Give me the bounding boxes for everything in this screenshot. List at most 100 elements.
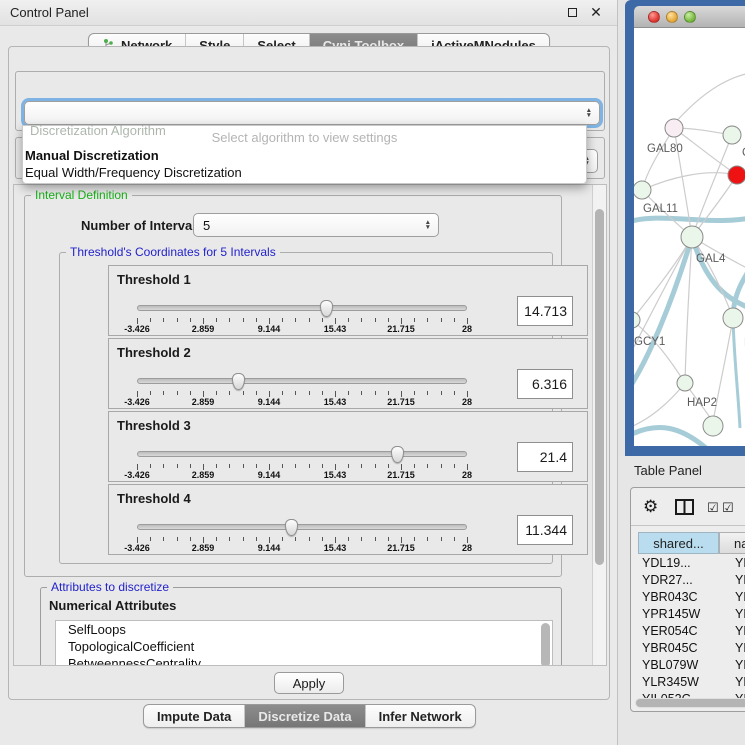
tick-mark — [282, 391, 283, 395]
cell-shared-name[interactable]: YBR045C — [638, 641, 719, 658]
node-gal11[interactable] — [634, 181, 651, 199]
numerical-attributes-list[interactable]: SelfLoops TopologicalCoefficient Between… — [55, 620, 553, 666]
threshold-value-field[interactable]: 14.713 — [517, 296, 573, 326]
slider-track[interactable] — [137, 524, 467, 530]
select-all-checkbox-icon[interactable]: ☑ — [707, 500, 719, 516]
column-header-name[interactable]: name — [719, 532, 745, 554]
tick-mark — [229, 391, 230, 395]
list-item[interactable]: SelfLoops — [56, 621, 552, 638]
scrollbar-thumb[interactable] — [595, 209, 604, 565]
tick-mark — [150, 537, 151, 541]
node-bottom[interactable] — [703, 416, 723, 436]
threshold-value-field[interactable]: 21.4 — [517, 442, 573, 472]
table-row[interactable]: YBL079WYBL0 — [638, 658, 745, 675]
cell-shared-name[interactable]: YDR27... — [638, 573, 719, 590]
tick-mark — [295, 391, 296, 395]
gear-icon[interactable]: ⚙ — [643, 497, 658, 517]
tab-impute-data[interactable]: Impute Data — [144, 705, 245, 727]
tick-mark — [427, 318, 428, 322]
table-row[interactable]: YDL19...YDL1 — [638, 556, 745, 573]
network-window-titlebar[interactable] — [634, 6, 745, 28]
threshold-label: Threshold 1 — [117, 272, 191, 287]
table-row[interactable]: YER054CYER0 — [638, 624, 745, 641]
threshold-slider[interactable] — [137, 302, 467, 316]
tick-mark — [190, 464, 191, 468]
node-gal4[interactable] — [681, 226, 703, 248]
close-traffic-light[interactable] — [648, 11, 660, 23]
tick-mark — [177, 464, 178, 468]
slider-tick-labels: -3.426 2.859 9.144 15.43 21.715 28 — [137, 324, 467, 334]
algorithm-combobox[interactable]: ▲▼ — [24, 101, 600, 125]
table-row[interactable]: YBR045CYBR0 — [638, 641, 745, 658]
cell-name[interactable]: YLR3 — [719, 675, 745, 692]
apply-button[interactable]: Apply — [274, 672, 344, 694]
cell-name[interactable]: YBR0 — [719, 590, 745, 607]
algorithm-placeholder-item[interactable]: Select algorithm to view settings — [23, 130, 586, 145]
node-ga[interactable] — [723, 126, 741, 144]
slider-handle[interactable] — [285, 519, 298, 536]
tab-discretize-data[interactable]: Discretize Data — [245, 705, 365, 727]
threshold-label: Threshold 2 — [117, 345, 191, 360]
settings-scrollbar[interactable] — [592, 185, 606, 666]
scrollbar-thumb[interactable] — [636, 699, 745, 707]
slider-handle[interactable] — [320, 300, 333, 317]
cell-shared-name[interactable]: YPR145W — [638, 607, 719, 624]
tab-infer-network[interactable]: Infer Network — [366, 705, 475, 727]
tick-mark — [256, 537, 257, 541]
select-none-checkbox-icon[interactable]: ☑ — [722, 500, 734, 516]
cell-name[interactable]: YPR1 — [719, 607, 745, 624]
minimize-traffic-light[interactable] — [666, 11, 678, 23]
slider-track[interactable] — [137, 305, 467, 311]
threshold-slider[interactable] — [137, 521, 467, 535]
cell-name[interactable]: YDL1 — [719, 556, 745, 573]
tick-mark — [427, 537, 428, 541]
tick-mark — [375, 464, 376, 468]
tick-mark — [454, 318, 455, 322]
node-gal80[interactable] — [665, 119, 683, 137]
cell-shared-name[interactable]: YBR043C — [638, 590, 719, 607]
cell-name[interactable]: YDR2 — [719, 573, 745, 590]
number-of-intervals-combo[interactable]: 5 ▲▼ — [193, 213, 439, 237]
table-horizontal-scrollbar[interactable] — [635, 698, 745, 708]
list-scrollbar[interactable] — [541, 623, 550, 666]
table-row[interactable]: YBR043CYBR0 — [638, 590, 745, 607]
node-hap2[interactable] — [677, 375, 693, 391]
threshold-slider[interactable] — [137, 375, 467, 389]
tick-mark — [361, 391, 362, 395]
column-header-shared-name[interactable]: shared... — [638, 532, 719, 554]
tick-mark — [150, 318, 151, 322]
algorithm-option-equal-width[interactable]: Equal Width/Frequency Discretization — [25, 165, 242, 180]
network-view-window: GAL80 GA C GAL11 GAL4 GCY1 H HAP2 — [625, 0, 745, 456]
cell-name[interactable]: YER0 — [719, 624, 745, 641]
slider-track[interactable] — [137, 378, 467, 384]
float-window-icon[interactable] — [565, 6, 579, 20]
cell-shared-name[interactable]: YLR345W — [638, 675, 719, 692]
node-h[interactable] — [723, 308, 743, 328]
tick-mark — [348, 464, 349, 468]
slider-handle[interactable] — [232, 373, 245, 390]
tick-mark — [229, 464, 230, 468]
columns-icon[interactable] — [675, 499, 695, 515]
cell-name[interactable]: YBR0 — [719, 641, 745, 658]
cell-shared-name[interactable]: YER054C — [638, 624, 719, 641]
table-row[interactable]: YLR345WYLR3 — [638, 675, 745, 692]
node-selected-red[interactable] — [728, 166, 745, 184]
threshold-value-field[interactable]: 11.344 — [517, 515, 573, 545]
cell-shared-name[interactable]: YDL19... — [638, 556, 719, 573]
threshold-value-field[interactable]: 6.316 — [517, 369, 573, 399]
list-item[interactable]: BetweennessCentrality — [56, 655, 552, 666]
list-item[interactable]: TopologicalCoefficient — [56, 638, 552, 655]
slider-track[interactable] — [137, 451, 467, 457]
algorithm-option-manual[interactable]: Manual Discretization — [25, 148, 159, 163]
cell-shared-name[interactable]: YBL079W — [638, 658, 719, 675]
network-canvas[interactable]: GAL80 GA C GAL11 GAL4 GCY1 H HAP2 — [634, 28, 745, 446]
table-row[interactable]: YPR145WYPR1 — [638, 607, 745, 624]
close-icon[interactable]: ✕ — [589, 6, 603, 20]
zoom-traffic-light[interactable] — [684, 11, 696, 23]
attributes-group: Attributes to discretize Numerical Attri… — [40, 587, 562, 666]
table-row[interactable]: YDR27...YDR2 — [638, 573, 745, 590]
threshold-slider[interactable] — [137, 448, 467, 462]
cell-name[interactable]: YBL0 — [719, 658, 745, 675]
slider-handle[interactable] — [391, 446, 404, 463]
tick-mark — [309, 318, 310, 322]
